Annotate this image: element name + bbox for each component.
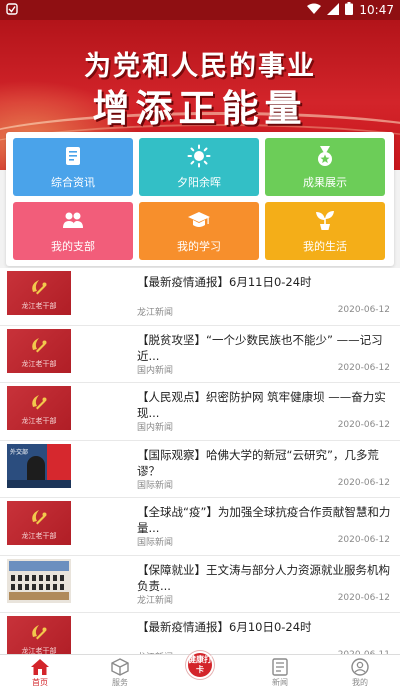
news-thumbnail: 龙江老干部	[7, 271, 71, 315]
sun-icon	[187, 144, 211, 168]
news-source: 龙江新闻	[137, 595, 174, 606]
menu-tile-label: 我的生活	[303, 240, 347, 253]
nav-mine[interactable]: 我的	[320, 655, 400, 690]
nav-label: 新闻	[272, 678, 288, 687]
graduation-cap-icon	[188, 212, 210, 227]
menu-tile-news[interactable]: 综合资讯	[13, 138, 133, 196]
news-thumbnail: 外交部	[7, 443, 71, 488]
home-icon	[31, 659, 49, 675]
news-item[interactable]: 龙江老干部 【全球战“疫”】为加强全球抗疫合作贡献智慧和力量... 国际新闻 2…	[0, 498, 400, 556]
document-icon	[66, 147, 80, 165]
group-icon	[63, 212, 83, 228]
hammer-sickle-icon	[32, 625, 47, 640]
news-date: 2020-06-12	[337, 535, 390, 545]
news-list: 龙江老干部 【最新疫情通报】6月11日0-24时 龙江新闻 2020-06-12…	[0, 268, 400, 671]
banner-slogan-line2: 增添正能量	[92, 87, 308, 130]
nav-news[interactable]: 新闻	[240, 655, 320, 690]
newspaper-icon	[272, 658, 288, 676]
news-title: 【最新疫情通报】6月10日0-24时	[137, 620, 312, 634]
news-title: 【国际观察】哈佛大学的新冠“云研究”，几多荒谬？	[137, 447, 379, 478]
news-thumbnail: 龙江老干部	[7, 501, 71, 545]
news-date: 2020-06-12	[337, 592, 390, 603]
menu-tile-label: 我的支部	[51, 240, 95, 253]
nav-label: 首页	[32, 678, 48, 687]
cube-icon	[111, 658, 129, 676]
hammer-sickle-icon	[32, 280, 47, 295]
signal-icon	[327, 2, 340, 18]
news-item[interactable]: 龙江老干部 【最新疫情通报】6月11日0-24时 龙江新闻 2020-06-12	[0, 268, 400, 326]
nav-service[interactable]: 服务	[80, 655, 160, 690]
menu-tile-label: 综合资讯	[51, 176, 95, 189]
menu-tile-branch[interactable]: 我的支部	[13, 202, 133, 260]
user-icon	[351, 658, 369, 676]
nav-label: 服务	[112, 678, 128, 687]
hammer-sickle-icon	[32, 510, 47, 525]
menu-tile-label: 我的学习	[177, 240, 221, 253]
news-source: 国际新闻	[137, 480, 174, 491]
news-source: 国际新闻	[137, 538, 174, 548]
news-title: 【全球战“疫”】为加强全球抗疫合作贡献智慧和力量...	[137, 505, 391, 535]
menu-tile-label: 成果展示	[303, 176, 347, 189]
news-source: 国内新闻	[137, 423, 174, 433]
news-item[interactable]: 龙江老干部 【人民观点】织密防护网 筑牢健康坝 ——奋力实现... 国内新闻 2…	[0, 383, 400, 441]
hammer-sickle-icon	[32, 337, 47, 352]
news-item[interactable]: 龙江老干部 【脱贫攻坚】“一个少数民族也不能少” ——记习近... 国内新闻 2…	[0, 325, 400, 383]
status-time: 10:47	[359, 3, 394, 17]
feature-grid: 综合资讯 夕阳余晖 成果展示 我的支部 我的学习 我的生活	[6, 132, 394, 266]
menu-tile-label: 夕阳余晖	[177, 176, 221, 189]
bottom-nav: 首页 服务 健康打卡 新闻 我的	[0, 651, 400, 690]
battery-icon	[345, 2, 354, 18]
news-date: 2020-06-12	[337, 477, 390, 488]
news-source: 龙江新闻	[137, 308, 174, 318]
menu-tile-achievements[interactable]: 成果展示	[265, 138, 385, 196]
app-notification-icon	[6, 2, 18, 18]
hammer-sickle-icon	[32, 395, 47, 410]
menu-tile-sunset[interactable]: 夕阳余晖	[139, 138, 259, 196]
menu-tile-study[interactable]: 我的学习	[139, 202, 259, 260]
news-date: 2020-06-12	[337, 362, 390, 373]
news-item[interactable]: 【保障就业】王文涛与部分人力资源就业服务机构负责... 龙江新闻 2020-06…	[0, 555, 400, 613]
news-thumbnail: 龙江老干部	[7, 386, 71, 430]
news-thumbnail	[7, 558, 71, 603]
nav-label: 我的	[352, 678, 368, 687]
news-item[interactable]: 外交部 【国际观察】哈佛大学的新冠“云研究”，几多荒谬？ 国际新闻 2020-0…	[0, 440, 400, 498]
news-thumbnail: 龙江老干部	[7, 328, 71, 373]
news-date: 2020-06-12	[337, 305, 390, 315]
status-bar: 10:47	[0, 0, 400, 20]
nav-health-checkin[interactable]: 健康打卡	[160, 651, 240, 690]
medal-icon	[318, 146, 332, 166]
news-title: 【最新疫情通报】6月11日0-24时	[137, 275, 312, 289]
sprout-icon	[316, 211, 334, 230]
menu-tile-life[interactable]: 我的生活	[265, 202, 385, 260]
health-checkin-button[interactable]: 健康打卡	[186, 651, 214, 679]
nav-home[interactable]: 首页	[0, 655, 80, 690]
news-title: 【保障就业】王文涛与部分人力资源就业服务机构负责...	[137, 562, 390, 593]
news-title: 【人民观点】织密防护网 筑牢健康坝 ——奋力实现...	[137, 390, 386, 420]
news-title: 【脱贫攻坚】“一个少数民族也不能少” ——记习近...	[137, 332, 383, 363]
news-source: 国内新闻	[137, 365, 174, 376]
news-date: 2020-06-12	[337, 420, 390, 430]
wifi-icon	[307, 3, 322, 18]
